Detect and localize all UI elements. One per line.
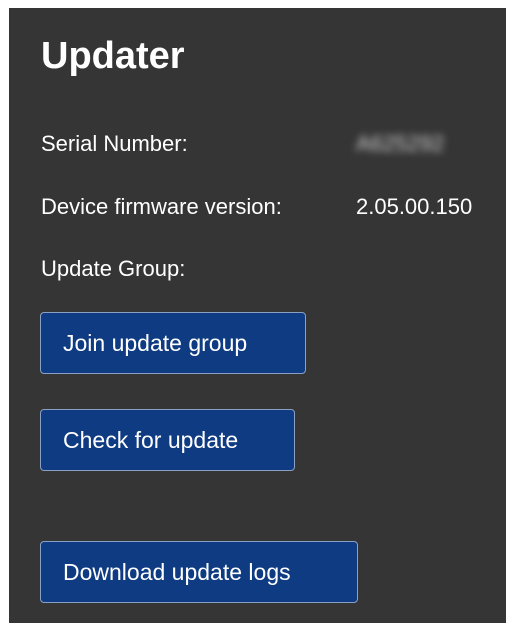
download-update-logs-button[interactable]: Download update logs [40,541,358,603]
serial-number-value: A625292 [356,131,445,156]
firmware-version-value: 2.05.00.150 [356,194,473,219]
check-for-update-button[interactable]: Check for update [40,409,295,471]
serial-number-label: Serial Number: [41,131,188,156]
firmware-version-label: Device firmware version: [41,194,282,219]
firmware-version-row: Device firmware version: 2.05.00.150 [41,194,472,220]
serial-number-row: Serial Number: A625292 [41,131,444,157]
update-group-row: Update Group: [41,256,185,282]
page-title: Updater [41,35,185,77]
updater-panel: Updater Serial Number: A625292 Device fi… [9,8,506,623]
update-group-label: Update Group: [41,256,186,281]
join-update-group-button[interactable]: Join update group [40,312,306,374]
